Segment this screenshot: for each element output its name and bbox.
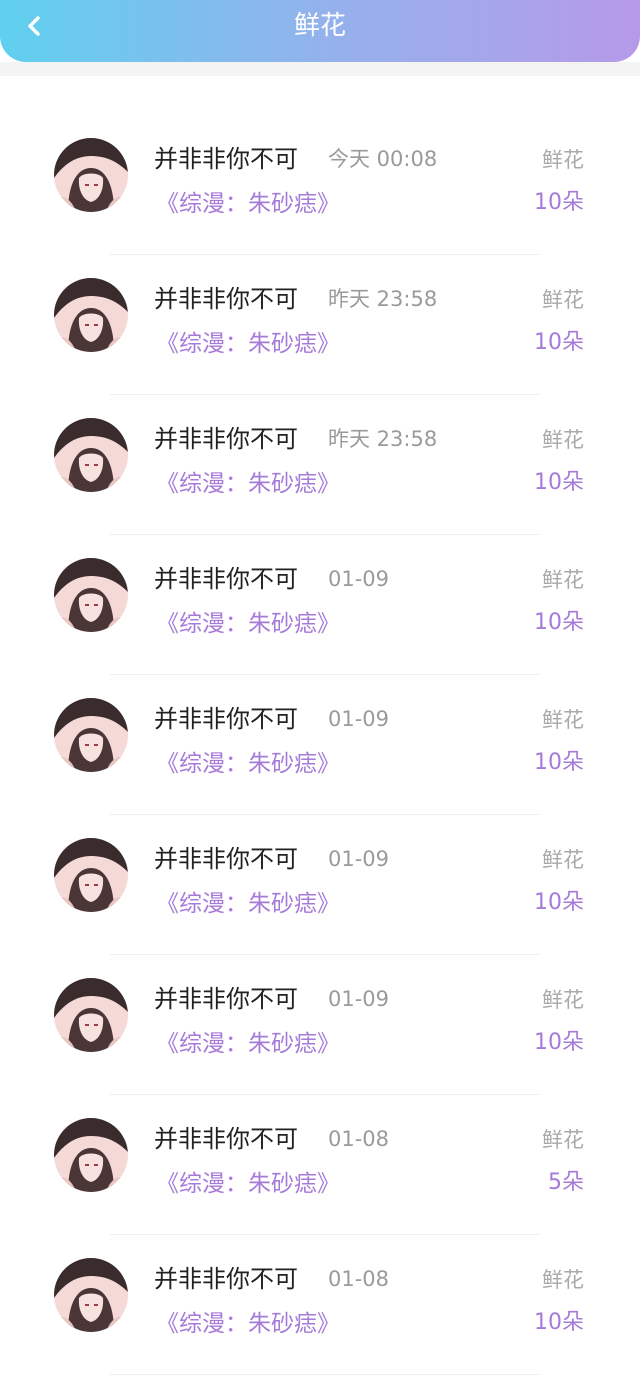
username[interactable]: 并非非你不可 [154,844,298,874]
username[interactable]: 并非非你不可 [154,424,298,454]
username[interactable]: 并非非你不可 [154,284,298,314]
gift-count: 10朵 [534,890,584,915]
list-item[interactable]: 并非非你不可 01-09 《综漫：朱砂痣》 鲜花 10朵 [0,636,640,815]
book-title-link[interactable]: 《综漫：朱砂痣》 [156,890,340,918]
list-item[interactable]: 并非非你不可 01-09 《综漫：朱砂痣》 鲜花 10朵 [0,776,640,955]
list-item[interactable]: 并非非你不可 昨天 23:58 《综漫：朱砂痣》 鲜花 10朵 [0,216,640,395]
avatar[interactable] [54,558,128,632]
avatar[interactable] [54,978,128,1052]
gift-type: 鲜花 [542,148,584,172]
avatar[interactable] [54,698,128,772]
avatar[interactable] [54,418,128,492]
avatar[interactable] [54,1118,128,1192]
book-title-link[interactable]: 《综漫：朱砂痣》 [156,610,340,638]
timestamp: 01-09 [328,567,390,591]
timestamp: 01-09 [328,847,390,871]
avatar[interactable] [54,138,128,212]
timestamp: 昨天 23:58 [328,287,438,311]
gift-type: 鲜花 [542,988,584,1012]
book-title-link[interactable]: 《综漫：朱砂痣》 [156,330,340,358]
timestamp: 01-08 [328,1267,390,1291]
gift-count: 10朵 [534,190,584,215]
gift-type: 鲜花 [542,708,584,732]
book-title-link[interactable]: 《综漫：朱砂痣》 [156,470,340,498]
timestamp: 今天 00:08 [328,147,438,171]
timestamp: 昨天 23:58 [328,427,438,451]
gift-type: 鲜花 [542,848,584,872]
username[interactable]: 并非非你不可 [154,564,298,594]
gift-count: 10朵 [534,1030,584,1055]
username[interactable]: 并非非你不可 [154,704,298,734]
username[interactable]: 并非非你不可 [154,1264,298,1294]
username[interactable]: 并非非你不可 [154,144,298,174]
avatar[interactable] [54,838,128,912]
avatar[interactable] [54,1258,128,1332]
list-item[interactable]: 并非非你不可 01-09 《综漫：朱砂痣》 鲜花 10朵 [0,916,640,1095]
list-item[interactable]: 并非非你不可 01-08 《综漫：朱砂痣》 鲜花 10朵 [0,1196,640,1375]
list-item[interactable]: 并非非你不可 01-09 《综漫：朱砂痣》 鲜花 10朵 [0,496,640,675]
page-title: 鲜花 [293,11,346,41]
gift-type: 鲜花 [542,1268,584,1292]
list-item[interactable]: 并非非你不可 今天 00:08 《综漫：朱砂痣》 鲜花 10朵 [0,76,640,255]
timestamp: 01-08 [328,1127,390,1151]
timestamp: 01-09 [328,707,390,731]
book-title-link[interactable]: 《综漫：朱砂痣》 [156,1030,340,1058]
list-item[interactable]: 并非非你不可 01-08 《综漫：朱砂痣》 鲜花 5朵 [0,1056,640,1235]
header-shadow-band [0,62,640,76]
gift-count: 5朵 [548,1170,584,1195]
book-title-link[interactable]: 《综漫：朱砂痣》 [156,1170,340,1198]
gift-count: 10朵 [534,610,584,635]
book-title-link[interactable]: 《综漫：朱砂痣》 [156,190,340,218]
gift-type: 鲜花 [542,288,584,312]
username[interactable]: 并非非你不可 [154,984,298,1014]
gift-type: 鲜花 [542,568,584,592]
timestamp: 01-09 [328,987,390,1011]
book-title-link[interactable]: 《综漫：朱砂痣》 [156,1310,340,1338]
username[interactable]: 并非非你不可 [154,1124,298,1154]
avatar[interactable] [54,278,128,352]
gift-type: 鲜花 [542,428,584,452]
list-item[interactable]: 并非非你不可 昨天 23:58 《综漫：朱砂痣》 鲜花 10朵 [0,356,640,535]
book-title-link[interactable]: 《综漫：朱砂痣》 [156,750,340,778]
flower-record-list: 并非非你不可 今天 00:08 《综漫：朱砂痣》 鲜花 10朵 并非非你不可 昨… [0,76,640,1375]
gift-count: 10朵 [534,470,584,495]
gift-count: 10朵 [534,1310,584,1335]
gift-count: 10朵 [534,750,584,775]
gift-type: 鲜花 [542,1128,584,1152]
header-bar: 鲜花 [0,0,640,62]
gift-count: 10朵 [534,330,584,355]
